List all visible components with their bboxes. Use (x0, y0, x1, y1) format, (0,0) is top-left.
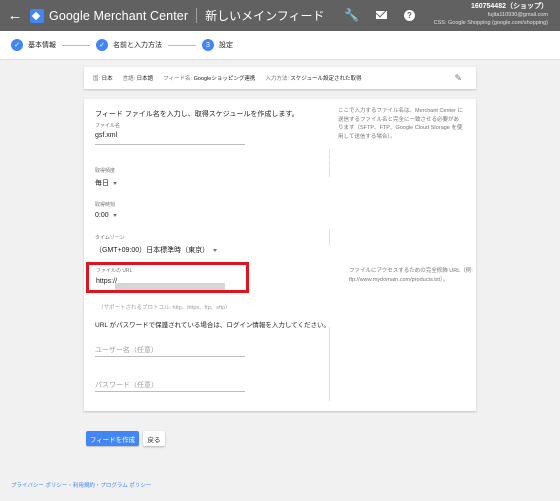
filename-underline (95, 144, 245, 145)
step-basic-info: ✓ 基本情報 (11, 39, 56, 51)
url-help-text: ファイルにアクセスするための完全修飾 URL（例: ftp://www.mydo… (349, 268, 473, 283)
url-highlight-box: ファイルの URL https:// (86, 262, 249, 293)
filename-help-text: ここで入力するファイル名は、Merchant Center に送信するファイル名… (338, 108, 463, 140)
brand-title: Google Merchant Center (49, 8, 189, 23)
summary-language: 言語: 日本語 (122, 76, 154, 82)
dropdown-caret-icon (112, 213, 117, 217)
summary-feed-name: フィード名: Googleショッピング連携 (163, 76, 256, 82)
mail-icon[interactable] (375, 11, 387, 19)
auth-instructions: URL がパスワードで保護されている場合は、ログイン情報を入力してください。 (95, 322, 330, 329)
filename-label: ファイル名 (95, 123, 121, 129)
divider-line (329, 229, 330, 245)
step-label: 設定 (219, 42, 233, 49)
divider-line (329, 161, 330, 177)
form-intro: フィード ファイル名を入力し、取得スケジュールを作成します。 (95, 111, 299, 118)
step-label: 基本情報 (28, 42, 56, 49)
url-input[interactable]: https:// (96, 278, 117, 285)
edit-pencil-icon[interactable]: ✎ (454, 73, 462, 84)
title-divider (196, 8, 198, 23)
divider-line (329, 149, 330, 159)
account-css: CSS: Google Shopping (google.com/shoppin… (433, 20, 548, 26)
frequency-select[interactable]: 毎日 (95, 178, 117, 188)
step-connector (168, 44, 196, 46)
url-label: ファイルの URL (96, 268, 133, 274)
account-name: 160754482（ショップ） (470, 3, 548, 10)
settings-card: フィード ファイル名を入力し、取得スケジュールを作成します。 ここで入力するファ… (84, 99, 476, 411)
dropdown-caret-icon (113, 181, 117, 185)
check-icon: ✓ (96, 39, 108, 51)
wrench-icon[interactable]: 🔧 (344, 8, 359, 22)
account-info[interactable]: 160754482（ショップ） fujita110930@gmail.com C… (434, 3, 548, 27)
page-title: 新しいメインフィード (205, 9, 325, 23)
arrow-back-icon[interactable]: ← (0, 7, 30, 24)
timezone-label: タイムゾーン (95, 235, 125, 241)
feed-summary-card: 国: 日本 言語: 日本語 フィード名: Googleショッピング連携 入力方法… (84, 67, 476, 89)
password-underline (95, 391, 245, 392)
redacted-url (115, 283, 225, 290)
merchant-center-logo-icon (30, 8, 44, 23)
top-icons: 🔧 ? (344, 8, 415, 22)
time-select[interactable]: 0:00 (95, 212, 117, 219)
time-label: 取得時刻 (95, 202, 116, 208)
timezone-select[interactable]: （GMT+09:00）日本標準時（東京） (95, 245, 218, 255)
step-name-method: ✓ 名前と入力方法 (96, 39, 162, 51)
summary-country: 国: 日本 (93, 76, 113, 82)
footer-links[interactable]: プライバシー ポリシー・利用規約・プログラム ポリシー (11, 481, 151, 489)
step-number: 3 (202, 39, 214, 51)
check-icon: ✓ (11, 39, 23, 51)
username-input[interactable]: ユーザー名（任意） (95, 345, 158, 355)
frequency-label: 取得頻度 (95, 168, 116, 174)
password-input[interactable]: パスワード（任意） (95, 380, 158, 390)
back-button[interactable]: 戻る (143, 431, 165, 446)
dropdown-caret-icon (213, 248, 218, 252)
step-label: 名前と入力方法 (113, 42, 162, 49)
create-feed-button[interactable]: フィードを作成 (86, 431, 139, 446)
divider-line (329, 327, 330, 401)
progress-stepper: ✓ 基本情報 ✓ 名前と入力方法 3 設定 (0, 31, 560, 60)
username-underline (95, 356, 245, 357)
account-email: fujita110930@gmail.com (487, 12, 548, 18)
help-icon[interactable]: ? (403, 9, 415, 21)
step-settings: 3 設定 (202, 39, 233, 51)
top-bar: ← Google Merchant Center 新しいメインフィード 🔧 ? … (0, 0, 560, 31)
summary-method: 入力方法: スケジュール設定された取得 (265, 76, 362, 82)
filename-input[interactable]: gsf.xml (95, 132, 117, 139)
protocols-note: （サポートされるプロトコル: http、https、ftp、sftp） (98, 305, 231, 311)
step-connector (62, 44, 90, 46)
